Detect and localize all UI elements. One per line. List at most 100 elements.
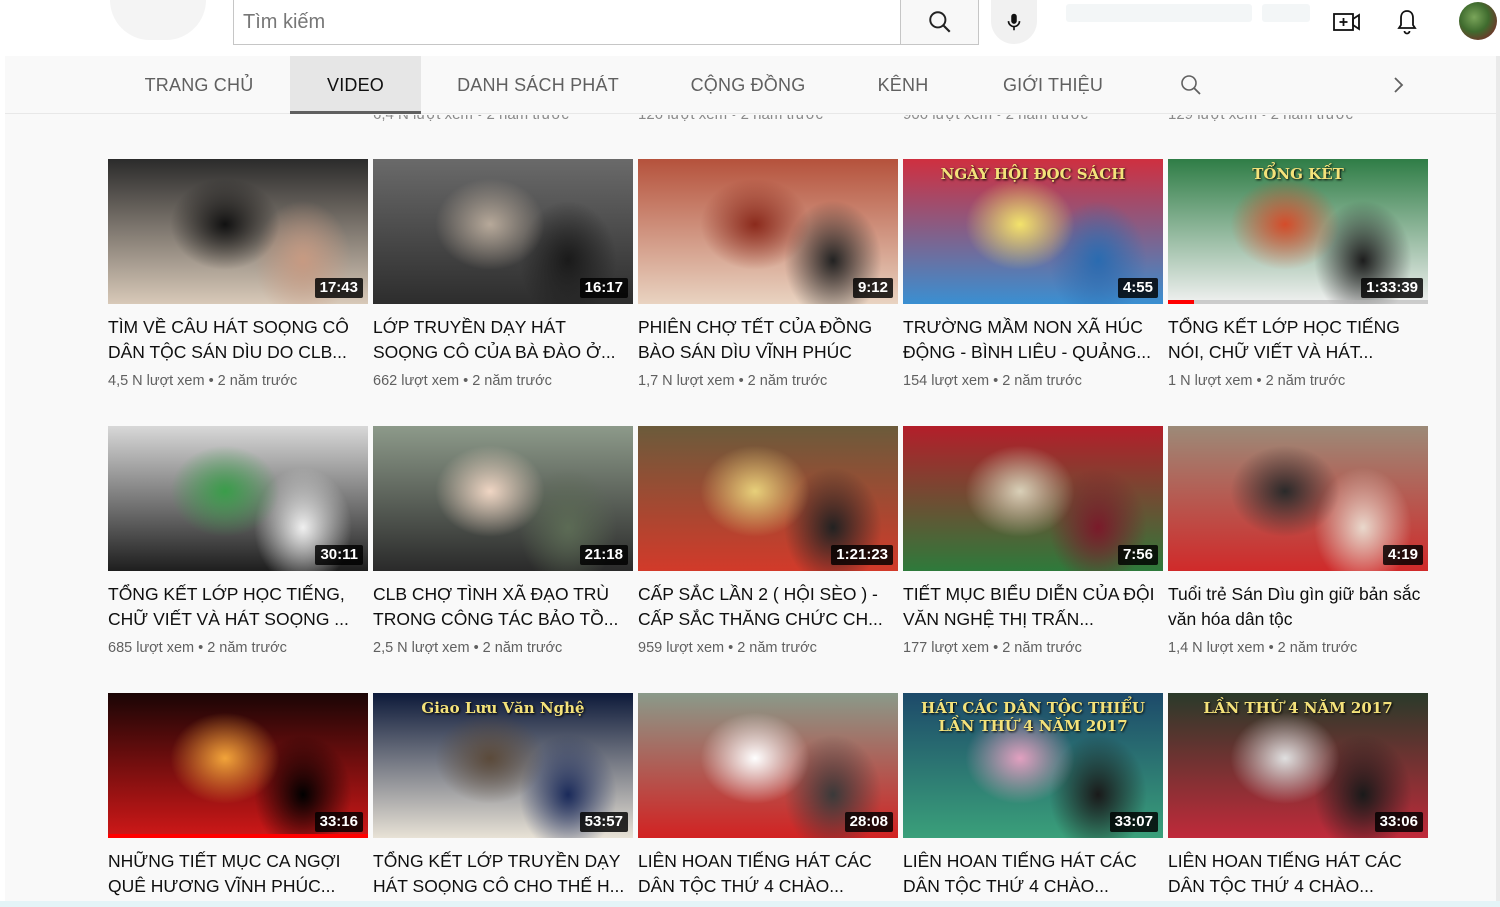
- video-title[interactable]: Tuổi trẻ Sán Dìu gìn giữ bản sắc văn hóa…: [1168, 582, 1428, 632]
- video-title[interactable]: TIẾT MỤC BIỂU DIỄN CỦA ĐỘI VĂN NGHỆ THỊ …: [903, 582, 1163, 632]
- video-title[interactable]: NHỮNG TIẾT MỤC CA NGỢI QUÊ HƯƠNG VĨNH PH…: [108, 849, 368, 899]
- separator-dot: •: [993, 373, 999, 389]
- video-meta: 959 lượt xem • 2 năm trước: [638, 640, 898, 656]
- video-thumbnail[interactable]: 4:19: [1168, 426, 1428, 571]
- view-count: 177 lượt xem: [903, 640, 990, 656]
- channel-logo[interactable]: [110, 0, 206, 40]
- video-thumbnail[interactable]: TỔNG KẾT 1:33:39: [1168, 159, 1428, 304]
- video-thumbnail[interactable]: 16:17: [373, 159, 633, 304]
- video-duration: 4:55: [1117, 278, 1158, 298]
- tab-community[interactable]: CỘNG ĐỒNG: [683, 56, 813, 114]
- video-meta: 1,7 N lượt xem • 2 năm trước: [638, 373, 898, 389]
- search-button[interactable]: [900, 0, 979, 45]
- video-duration: 16:17: [579, 278, 628, 298]
- separator-dot: •: [738, 373, 744, 389]
- tabs-next-button[interactable]: [1382, 69, 1414, 101]
- video-card[interactable]: 4:19 Tuổi trẻ Sán Dìu gìn giữ bản sắc văn…: [1168, 426, 1428, 656]
- video-title[interactable]: TRƯỜNG MẦM NON XÃ HÚC ĐỘNG - BÌNH LIÊU -…: [903, 315, 1163, 365]
- video-card[interactable]: Giao Lưu Văn Nghệ 53:57 TỔNG KẾT LỚP TRUYỀ…: [373, 693, 633, 899]
- upload-age: 2 năm trước: [1002, 640, 1082, 656]
- tab-home[interactable]: TRANG CHỦ: [130, 56, 268, 114]
- video-thumbnail[interactable]: NGÀY HỘI ĐỌC SÁCH 4:55: [903, 159, 1163, 304]
- video-card[interactable]: TỔNG KẾT 1:33:39 TỔNG KẾT LỚP HỌC TIẾNG NÓ…: [1168, 159, 1428, 389]
- video-duration: 1:33:39: [1361, 278, 1423, 298]
- view-count: 2,5 N lượt xem: [373, 640, 470, 656]
- video-title[interactable]: LỚP TRUYỀN DẠY HÁT SOỌNG CÔ CỦA BÀ ĐÀO Ở…: [373, 315, 633, 365]
- video-meta: 662 lượt xem • 2 năm trước: [373, 373, 633, 389]
- video-card[interactable]: 21:18 CLB CHỢ TÌNH XÃ ĐẠO TRÙ TRONG CÔNG …: [373, 426, 633, 656]
- blurred-area: [1066, 4, 1252, 22]
- video-thumbnail[interactable]: 33:16: [108, 693, 368, 838]
- video-thumbnail[interactable]: 17:43: [108, 159, 368, 304]
- video-duration: 33:07: [1109, 812, 1158, 832]
- video-card[interactable]: 28:08 LIÊN HOAN TIẾNG HÁT CÁC DÂN TỘC THỨ…: [638, 693, 898, 899]
- scrollbar[interactable]: [1496, 56, 1500, 907]
- video-meta: 685 lượt xem • 2 năm trước: [108, 640, 368, 656]
- separator-dot: •: [1268, 640, 1274, 656]
- video-thumbnail[interactable]: 30:11: [108, 426, 368, 571]
- video-card[interactable]: 33:16 NHỮNG TIẾT MỤC CA NGỢI QUÊ HƯƠNG VĨ…: [108, 693, 368, 899]
- video-title[interactable]: LIÊN HOAN TIẾNG HÁT CÁC DÂN TỘC THỨ 4 CH…: [903, 849, 1163, 899]
- upload-age: 2 năm trước: [1265, 373, 1346, 389]
- channel-search-button[interactable]: [1175, 69, 1207, 101]
- upload-age: 2 năm trước: [472, 373, 552, 389]
- separator-dot: •: [993, 640, 999, 656]
- video-title[interactable]: CẤP SẮC LẦN 2 ( HỘI SÈO ) - CẤP SẮC THĂN…: [638, 582, 898, 632]
- view-count: 1,4 N lượt xem: [1168, 640, 1265, 656]
- create-video-button[interactable]: [1331, 6, 1363, 38]
- video-title[interactable]: TỔNG KẾT LỚP HỌC TIẾNG NÓI, CHỮ VIẾT VÀ …: [1168, 315, 1428, 365]
- upload-age: 2 năm trước: [482, 640, 563, 656]
- video-meta: 1 N lượt xem • 2 năm trước: [1168, 373, 1428, 389]
- video-grid: 6,4 N lượt xem • 2 năm trước 126 lượt xe…: [5, 115, 1500, 902]
- search-box[interactable]: [233, 0, 901, 45]
- search-input[interactable]: [243, 10, 900, 34]
- video-meta: 129 lượt xem • 2 năm trước: [1168, 115, 1353, 123]
- video-thumbnail[interactable]: 9:12: [638, 159, 898, 304]
- separator-dot: •: [463, 373, 469, 389]
- video-thumbnail[interactable]: 21:18: [373, 426, 633, 571]
- video-thumbnail[interactable]: 28:08: [638, 693, 898, 838]
- view-count: 959 lượt xem: [638, 640, 725, 656]
- video-title[interactable]: CLB CHỢ TÌNH XÃ ĐẠO TRÙ TRONG CÔNG TÁC B…: [373, 582, 633, 632]
- tab-about[interactable]: GIỚI THIỆU: [995, 56, 1111, 114]
- video-card[interactable]: 30:11 TỔNG KẾT LỚP HỌC TIẾNG, CHỮ VIẾT VÀ…: [108, 426, 368, 656]
- upload-age: 2 năm trước: [217, 373, 298, 389]
- video-card[interactable]: HÁT CÁC DÂN TỘC THIỂU LẦN THỨ 4 NĂM 2017…: [903, 693, 1163, 899]
- thumbnail-caption: LẦN THỨ 4 NĂM 2017: [1203, 699, 1393, 717]
- notifications-button[interactable]: [1391, 6, 1423, 38]
- video-thumbnail[interactable]: 1:21:23: [638, 426, 898, 571]
- video-card[interactable]: 1:21:23 CẤP SẮC LẦN 2 ( HỘI SÈO ) - CẤP S…: [638, 426, 898, 656]
- video-meta: 177 lượt xem • 2 năm trước: [903, 640, 1163, 656]
- thumbnail-caption: Giao Lưu Văn Nghệ: [421, 699, 585, 717]
- chevron-right-icon: [1394, 77, 1404, 93]
- video-title[interactable]: TỔNG KẾT LỚP TRUYỀN DẠY HÁT SOỌNG CÔ CHO…: [373, 849, 633, 899]
- video-meta: 1,4 N lượt xem • 2 năm trước: [1168, 640, 1428, 656]
- video-title[interactable]: TỔNG KẾT LỚP HỌC TIẾNG, CHỮ VIẾT VÀ HÁT …: [108, 582, 368, 632]
- video-thumbnail[interactable]: LẦN THỨ 4 NĂM 2017 33:06: [1168, 693, 1428, 838]
- tab-videos[interactable]: VIDEO: [290, 56, 421, 114]
- thumbnail-caption: NGÀY HỘI ĐỌC SÁCH: [940, 165, 1126, 183]
- video-card[interactable]: 9:12 PHIÊN CHỢ TẾT CỦA ĐỒNG BÀO SÁN DÌU V…: [638, 159, 898, 389]
- separator-dot: •: [208, 373, 214, 389]
- tab-channels[interactable]: KÊNH: [867, 56, 939, 114]
- video-card[interactable]: 7:56 TIẾT MỤC BIỂU DIỄN CỦA ĐỘI VĂN NGHỆ …: [903, 426, 1163, 656]
- tab-playlists[interactable]: DANH SÁCH PHÁT: [450, 56, 626, 114]
- video-duration: 53:57: [579, 812, 628, 832]
- video-thumbnail[interactable]: 7:56: [903, 426, 1163, 571]
- video-thumbnail[interactable]: Giao Lưu Văn Nghệ 53:57: [373, 693, 633, 838]
- video-title[interactable]: LIÊN HOAN TIẾNG HÁT CÁC DÂN TỘC THỨ 4 CH…: [1168, 849, 1428, 899]
- video-title[interactable]: LIÊN HOAN TIẾNG HÁT CÁC DÂN TỘC THỨ 4 CH…: [638, 849, 898, 899]
- avatar[interactable]: [1459, 2, 1497, 40]
- video-card[interactable]: 17:43 TÌM VỀ CÂU HÁT SOỌNG CÔ DÂN TỘC SÁN…: [108, 159, 368, 389]
- video-card[interactable]: LẦN THỨ 4 NĂM 2017 33:06 LIÊN HOAN TIẾNG H…: [1168, 693, 1428, 899]
- video-duration: 21:18: [579, 545, 628, 565]
- video-title[interactable]: PHIÊN CHỢ TẾT CỦA ĐỒNG BÀO SÁN DÌU VĨNH …: [638, 315, 898, 365]
- video-card[interactable]: NGÀY HỘI ĐỌC SÁCH 4:55 TRƯỜNG MẦM NON XÃ H…: [903, 159, 1163, 389]
- video-thumbnail[interactable]: HÁT CÁC DÂN TỘC THIỂU LẦN THỨ 4 NĂM 2017…: [903, 693, 1163, 838]
- video-title[interactable]: TÌM VỀ CÂU HÁT SOỌNG CÔ DÂN TỘC SÁN DÌU …: [108, 315, 368, 365]
- video-card[interactable]: 16:17 LỚP TRUYỀN DẠY HÁT SOỌNG CÔ CỦA BÀ …: [373, 159, 633, 389]
- view-count: 4,5 N lượt xem: [108, 373, 205, 389]
- voice-search-button[interactable]: [991, 0, 1037, 44]
- search-icon: [1181, 75, 1201, 95]
- separator-dot: •: [198, 640, 204, 656]
